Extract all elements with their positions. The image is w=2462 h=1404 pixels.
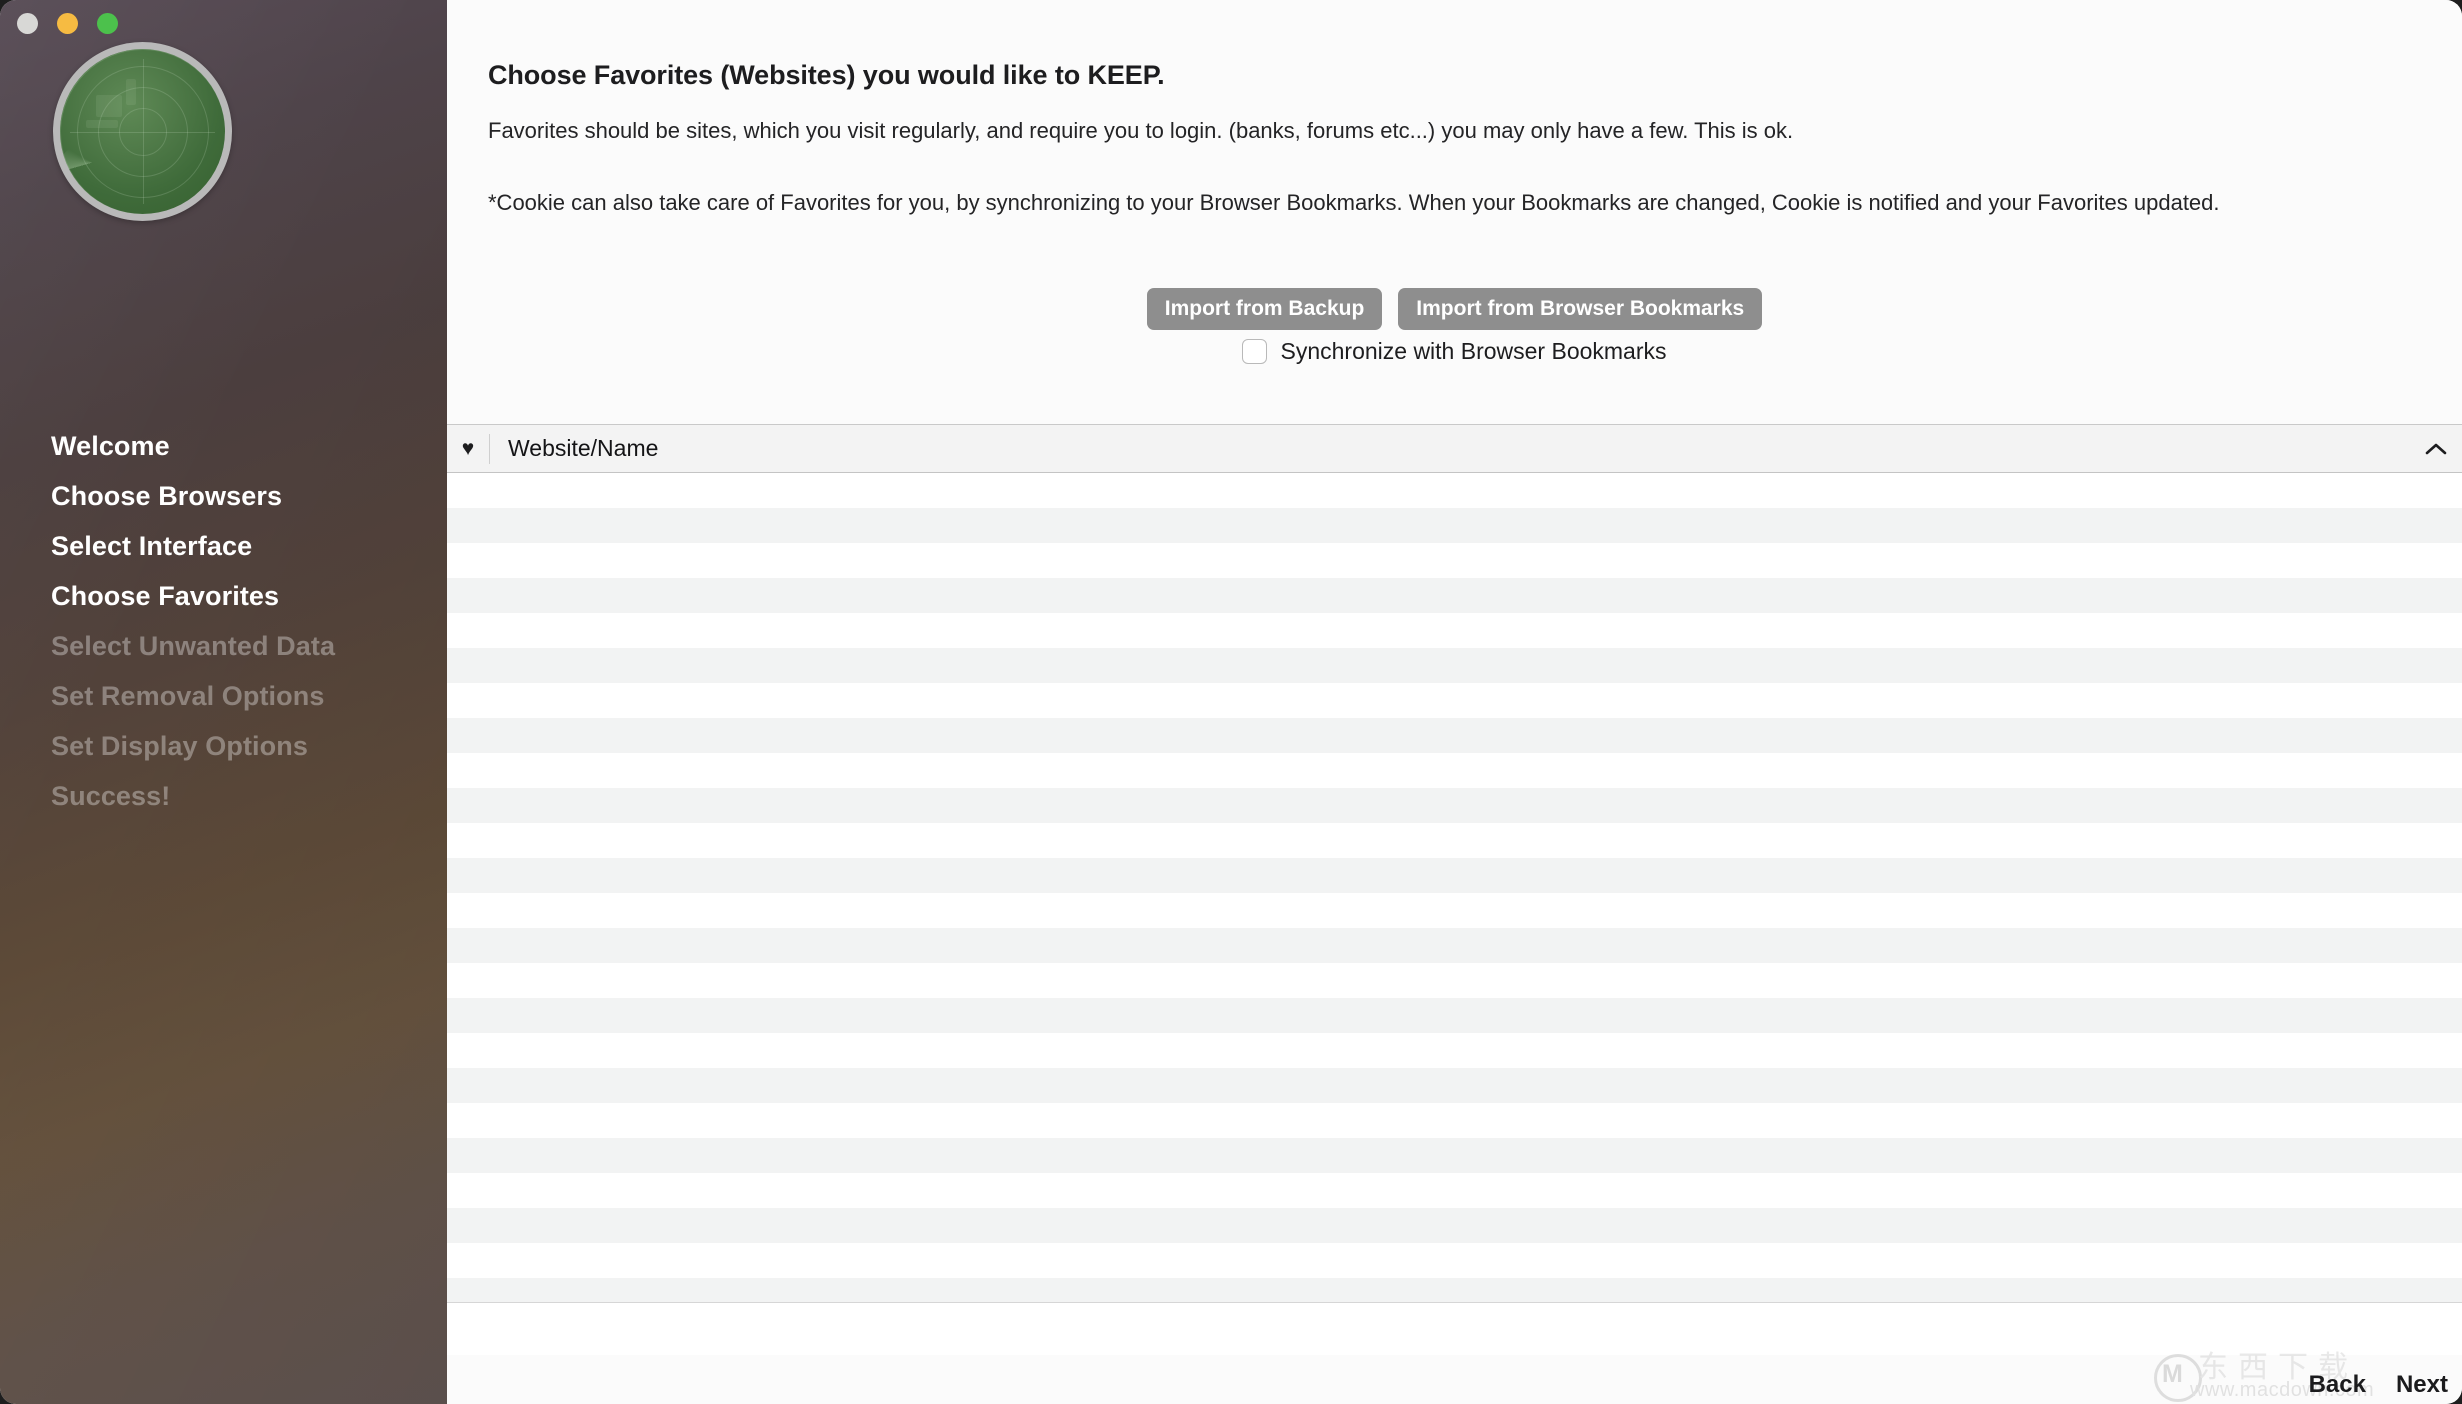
wizard-step-list: Welcome Choose Browsers Select Interface… [0,421,447,821]
table-row[interactable] [447,858,2462,893]
table-row[interactable] [447,648,2462,683]
description-paragraph-1: Favorites should be sites, which you vis… [488,118,1794,143]
cookie-setup-wizard-window: Welcome Choose Browsers Select Interface… [0,0,2462,1404]
table-row[interactable] [447,1068,2462,1103]
table-row[interactable] [447,683,2462,718]
table-row[interactable] [447,823,2462,858]
minimize-window-button[interactable] [57,13,78,34]
page-title: Choose Favorites (Websites) you would li… [488,60,1165,90]
sidebar-item-welcome[interactable]: Welcome [0,421,447,471]
table-row[interactable] [447,1103,2462,1138]
heart-icon: ♥ [461,437,475,460]
sidebar-item-success[interactable]: Success! [0,771,447,821]
sidebar-item-label: Set Removal Options [51,681,325,711]
table-row[interactable] [447,578,2462,613]
radar-scope-logo [53,42,232,221]
back-button[interactable]: Back [2309,1373,2366,1397]
table-row[interactable] [447,613,2462,648]
synchronize-checkbox-label: Synchronize with Browser Bookmarks [1280,338,1667,364]
radar-scope-face [60,49,225,214]
wizard-nav-buttons: Back Next [2309,1373,2448,1397]
import-buttons-row: Import from Backup Import from Browser B… [447,288,2462,330]
import-from-browser-bookmarks-button[interactable]: Import from Browser Bookmarks [1398,288,1763,330]
watermark-logo-icon [2154,1354,2202,1402]
sidebar-item-set-display-options[interactable]: Set Display Options [0,721,447,771]
sidebar-item-label: Choose Browsers [51,481,283,511]
sidebar-item-label: Choose Favorites [51,581,280,611]
table-row[interactable] [447,1138,2462,1173]
sidebar-item-set-removal-options[interactable]: Set Removal Options [0,671,447,721]
table-row[interactable] [447,893,2462,928]
maximize-window-button[interactable] [97,13,118,34]
sidebar-item-label: Select Interface [51,531,253,561]
table-row[interactable] [447,753,2462,788]
import-from-backup-button[interactable]: Import from Backup [1146,288,1383,330]
wizard-bottom-bar: M 东西下载 www.macdown.com Back Next [447,1351,2462,1404]
table-row[interactable] [447,1173,2462,1208]
sidebar-item-select-unwanted-data[interactable]: Select Unwanted Data [0,621,447,671]
table-row[interactable] [447,1243,2462,1278]
table-body [447,473,2462,1348]
table-row[interactable] [447,508,2462,543]
sidebar-item-choose-browsers[interactable]: Choose Browsers [0,471,447,521]
table-row[interactable] [447,1033,2462,1068]
next-button[interactable]: Next [2396,1373,2448,1397]
table-row[interactable] [447,543,2462,578]
synchronize-with-bookmarks-checkbox[interactable] [1242,339,1268,364]
table-footer-bar [447,1302,2462,1355]
sidebar-item-label: Welcome [51,431,170,461]
chevron-up-icon[interactable] [2410,425,2462,472]
table-header-row: ♥ Website/Name [447,425,2462,473]
watermark-monogram: M [2162,1360,2183,1388]
radar-crosshair-vertical [142,58,144,205]
sidebar-item-label: Select Unwanted Data [51,631,336,661]
table-row[interactable] [447,928,2462,963]
main-content-panel: Choose Favorites (Websites) you would li… [447,0,2462,1404]
close-window-button[interactable] [17,13,38,34]
sidebar-item-select-interface[interactable]: Select Interface [0,521,447,571]
sidebar-item-choose-favorites[interactable]: Choose Favorites [0,571,447,621]
table-row[interactable] [447,998,2462,1033]
sidebar-item-label: Success! [51,781,171,811]
table-row[interactable] [447,473,2462,508]
favorites-table: ♥ Website/Name [447,424,2462,1355]
table-row[interactable] [447,788,2462,823]
table-row[interactable] [447,718,2462,753]
window-traffic-lights [17,13,118,34]
sidebar-item-label: Set Display Options [51,731,308,761]
favorite-column-header[interactable]: ♥ [447,425,489,472]
sidebar: Welcome Choose Browsers Select Interface… [0,0,447,1404]
table-row[interactable] [447,1208,2462,1243]
synchronize-checkbox-row: Synchronize with Browser Bookmarks [447,338,2462,365]
table-row[interactable] [447,963,2462,998]
website-name-column-header[interactable]: Website/Name [490,435,2410,462]
description-paragraph-2: *Cookie can also take care of Favorites … [488,190,2220,215]
